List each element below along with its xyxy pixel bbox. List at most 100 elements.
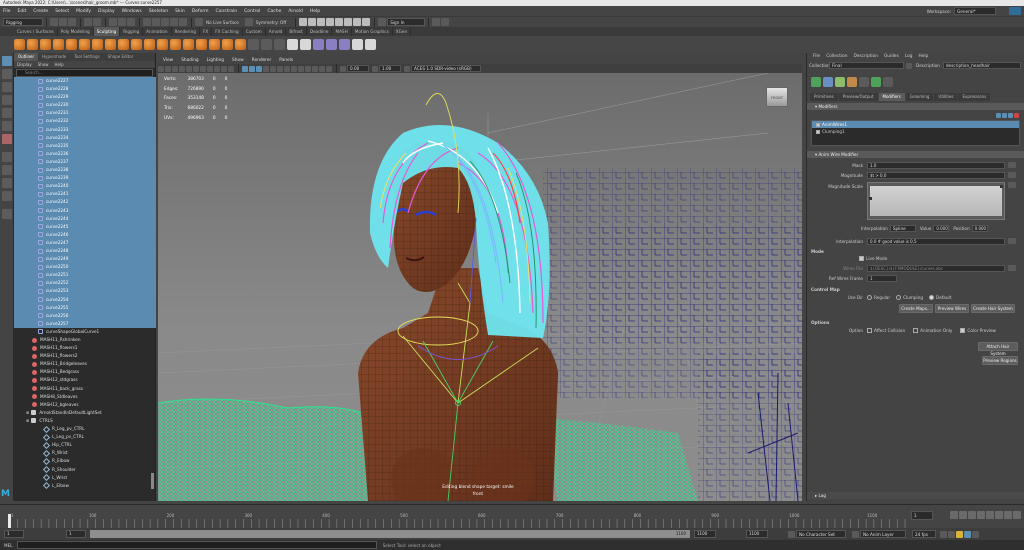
image-plane-icon[interactable] [179,65,185,72]
outliner-row[interactable]: curve2252 [14,279,156,288]
erase-tool-icon[interactable] [261,39,272,50]
xgen-tab-expressions[interactable]: Expressions [958,93,991,101]
outliner-menu-help[interactable]: Help [55,61,64,68]
motion-blur-icon[interactable] [305,65,311,72]
collection-dropdown[interactable]: Final [829,62,904,69]
view-cube[interactable]: FRONT [766,87,788,107]
depth-of-field-icon[interactable] [319,65,325,72]
textured-icon[interactable] [277,65,283,72]
scale-tool-icon[interactable] [2,121,12,131]
outliner-row[interactable]: curve2254 [14,295,156,304]
shelf-tab-bifrost[interactable]: Bifrost [286,27,307,36]
view-transform-dropdown[interactable]: ACES 1.0 SDR-video (sRGB) [411,65,481,72]
shelf-tab-rendering[interactable]: Rendering [172,27,200,36]
shelf-tab-xgen[interactable]: XGen [393,27,412,36]
outliner-row[interactable]: R_Elbow [14,457,156,465]
hypershade-icon[interactable] [335,18,344,26]
viewport[interactable]: Verts: 386703 0 0 Edges: 726890 0 0 Faces: 353148… [158,73,802,501]
add-modifier-icon[interactable] [996,112,1001,118]
magnet-icon[interactable] [195,18,203,26]
exposure-icon[interactable] [340,65,346,72]
convert-freeze-icon[interactable] [248,39,259,50]
playback-start-field[interactable]: 1 [66,530,86,538]
outliner-row[interactable]: MASH8_Stdleaves [14,393,156,401]
delete-modifier-icon[interactable] [1014,112,1019,118]
fps-dropdown[interactable]: 24 fps [912,530,936,538]
ramp-handle-left[interactable] [869,197,872,200]
menu-file[interactable]: File [3,9,11,14]
outliner-row[interactable]: R_Leg_pv_CTRL [14,425,156,433]
xgen-tab-modifiers[interactable]: Modifiers [878,93,905,101]
shelf-tab-mash[interactable]: MASH [332,27,352,36]
outliner-row[interactable]: curve2257 [14,319,156,328]
menu-display[interactable]: Display [98,9,115,14]
antialias-icon[interactable] [312,65,318,72]
freeze-tool-icon[interactable] [235,39,246,50]
safe-title-icon[interactable] [228,65,234,72]
amplify-tool-icon[interactable] [222,39,233,50]
resolution-gate-icon[interactable] [200,65,206,72]
default-radio[interactable] [929,294,935,300]
outliner-row[interactable]: curve2246 [14,230,156,239]
shelf-tab-curves-surfaces[interactable]: Curves / Surfaces [14,27,58,36]
playback-end-field[interactable]: 1100 [694,530,716,538]
move-tool-icon[interactable] [2,95,12,105]
xgen-menu-guides[interactable]: Guides [884,53,899,61]
shelf-tab-animation[interactable]: Animation [143,27,172,36]
menu-edit[interactable]: Edit [18,9,27,14]
menu-deform[interactable]: Deform [192,9,209,14]
xgen-tab-primitives[interactable]: Primitives [810,93,838,101]
smear-tool-icon[interactable] [196,39,207,50]
mask-tool-icon[interactable] [274,39,285,50]
exposure-field[interactable]: 0.00 [347,65,369,72]
update-preview-icon[interactable] [871,77,881,87]
outliner-menu-display[interactable]: Display [17,61,32,68]
knife-tool-icon[interactable] [183,39,194,50]
outliner-row[interactable]: L_Wrist [14,474,156,482]
range-slider[interactable]: 1100 [90,530,690,538]
affect-collision-checkbox[interactable] [867,327,872,333]
mask-field[interactable]: 1.0 [867,161,1005,169]
persp-graph-icon[interactable] [2,191,12,201]
collection-menu-icon[interactable] [906,62,912,69]
gamma-icon[interactable] [372,65,378,72]
outliner-row[interactable]: curve2250 [14,263,156,272]
workspace-dropdown[interactable]: General* [954,7,996,15]
create-maps-button[interactable]: Create Maps... [899,304,933,313]
outliner-row[interactable]: curve2244 [14,214,156,223]
shelf-tab-motion-graphics[interactable]: Motion Graphics [352,27,393,36]
open-scene-icon[interactable] [59,18,67,26]
menu-constrain[interactable]: Constrain [215,9,237,14]
foamy-tool-icon[interactable] [92,39,103,50]
render-sequence-icon[interactable] [308,18,317,26]
menu-skeleton[interactable]: Skeleton [149,9,168,14]
range-start-field[interactable]: 1 [4,530,24,538]
current-frame-field[interactable]: 1 [911,511,933,520]
play-forwards-icon[interactable] [986,511,994,519]
magnitude-field[interactable]: $t > 0.0 [867,171,1005,179]
menu-help[interactable]: Help [310,9,320,14]
anim-layer-icon[interactable] [852,530,859,538]
go-to-start-icon[interactable] [950,511,958,519]
xgen-tab-preview-output[interactable]: Preview/Output [838,93,878,101]
outliner-row[interactable]: curve2234 [14,133,156,142]
outliner-row[interactable]: curve2251 [14,271,156,280]
go-to-end-icon[interactable] [1013,511,1021,519]
anim-layer-dropdown[interactable]: No Anim Layer [860,530,906,538]
outliner-row[interactable]: curve2233 [14,125,156,134]
modifier-list-item[interactable]: AnimWires1 [812,121,1019,128]
outliner-row[interactable]: curve2227 [14,77,156,86]
stencil-icon[interactable] [300,39,311,50]
outliner-scrollbar[interactable] [151,473,154,489]
clear-preview-icon[interactable] [883,77,893,87]
shelf-tab-arnold[interactable]: Arnold [266,27,287,36]
outliner-row[interactable]: curve2256 [14,311,156,320]
menu-set-dropdown[interactable]: Rigging [3,18,43,26]
move-up-icon[interactable] [1002,112,1007,118]
clumping-radio[interactable] [896,294,902,300]
viewport-menu-shading[interactable]: Shading [181,57,198,64]
viewport-menu-panels[interactable]: Panels [279,57,293,64]
spray-tool-icon[interactable] [105,39,116,50]
safe-action-icon[interactable] [221,65,227,72]
outliner-row[interactable]: curve2247 [14,238,156,247]
